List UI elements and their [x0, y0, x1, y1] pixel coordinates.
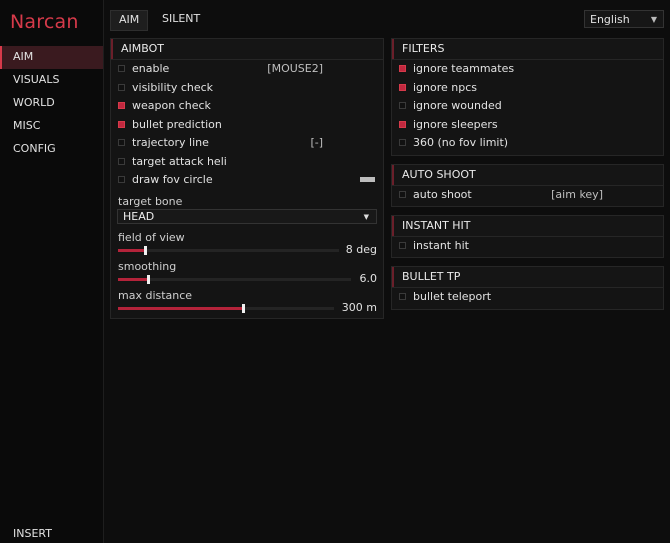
aimbot-panel-title: AIMBOT [111, 39, 383, 60]
tab-aim[interactable]: AIM [110, 10, 149, 31]
sidebar-nav: AIM VISUALS WORLD MISC CONFIG [0, 46, 103, 161]
ignore-teammates-label: ignore teammates [413, 62, 515, 75]
auto-shoot-label: auto shoot [413, 188, 472, 201]
bullet-tp-panel: BULLET TP bullet teleport [391, 266, 664, 310]
bullet-tp-panel-title: BULLET TP [392, 267, 663, 288]
language-value: English [590, 13, 630, 26]
ignore-sleepers-label: ignore sleepers [413, 118, 498, 131]
bullet-prediction-label: bullet prediction [132, 118, 222, 131]
auto-shoot-keybind[interactable]: [aim key] [551, 186, 603, 204]
menu-toggle-key: INSERT [13, 527, 52, 540]
max-distance-slider-label: max distance [118, 289, 193, 302]
aim-keybind[interactable]: [MOUSE2] [267, 60, 323, 78]
sidebar: Narcan AIM VISUALS WORLD MISC CONFIG INS… [0, 0, 104, 543]
option-ignore-npcs[interactable]: ignore npcs [392, 79, 663, 97]
tab-silent[interactable]: SILENT [154, 10, 208, 29]
option-ignore-teammates[interactable]: ignore teammates [392, 60, 663, 78]
trajectory-line-label: trajectory line [132, 136, 209, 149]
ignore-sleepers-checkbox[interactable] [399, 121, 406, 128]
sidebar-item-config[interactable]: CONFIG [0, 138, 103, 161]
trajectory-line-checkbox[interactable] [118, 139, 125, 146]
option-bullet-prediction[interactable]: bullet prediction [111, 116, 383, 134]
auto-shoot-checkbox[interactable] [399, 191, 406, 198]
fov-slider-fill [118, 249, 145, 252]
language-select[interactable]: English ▼ [584, 10, 664, 28]
smoothing-value: 6.0 [359, 272, 378, 285]
instant-hit-panel: INSTANT HIT instant hit [391, 215, 664, 258]
instant-hit-label: instant hit [413, 239, 469, 252]
sidebar-item-aim[interactable]: AIM [0, 46, 103, 69]
visibility-check-label: visibility check [132, 81, 214, 94]
bullet-teleport-checkbox[interactable] [399, 293, 406, 300]
draw-fov-circle-checkbox[interactable] [118, 176, 125, 183]
smoothing-slider[interactable] [118, 275, 351, 284]
weapon-check-label: weapon check [132, 99, 211, 112]
target-attack-heli-checkbox[interactable] [118, 158, 125, 165]
smoothing-slider-label: smoothing [118, 260, 177, 273]
target-bone-label: target bone [118, 195, 183, 208]
option-trajectory-line[interactable]: trajectory line [-] [111, 134, 383, 152]
target-attack-heli-label: target attack heli [132, 155, 227, 168]
option-auto-shoot[interactable]: auto shoot [aim key] [392, 186, 663, 204]
chevron-down-icon: ▼ [363, 213, 369, 221]
bullet-prediction-checkbox[interactable] [118, 121, 125, 128]
option-ignore-sleepers[interactable]: ignore sleepers [392, 116, 663, 134]
sidebar-item-misc[interactable]: MISC [0, 115, 103, 138]
fov-slider[interactable] [118, 246, 339, 255]
max-distance-slider-fill [118, 307, 243, 310]
max-distance-value: 300 m [341, 301, 377, 314]
option-visibility-check[interactable]: visibility check [111, 79, 383, 97]
option-draw-fov-circle[interactable]: draw fov circle [111, 171, 383, 189]
instant-hit-checkbox[interactable] [399, 242, 406, 249]
fov-color-swatch[interactable] [360, 177, 375, 182]
fov-slider-label: field of view [118, 231, 185, 244]
visibility-check-checkbox[interactable] [118, 84, 125, 91]
ignore-wounded-checkbox[interactable] [399, 102, 406, 109]
option-enable[interactable]: enable [MOUSE2] [111, 60, 383, 78]
aimbot-panel: AIMBOT enable [MOUSE2] visibility check … [110, 38, 384, 319]
option-bullet-teleport[interactable]: bullet teleport [392, 288, 663, 306]
enable-checkbox[interactable] [118, 65, 125, 72]
top-bar: AIM SILENT English ▼ [104, 0, 670, 36]
draw-fov-circle-label: draw fov circle [132, 173, 213, 186]
sidebar-item-visuals[interactable]: VISUALS [0, 69, 103, 92]
app-title: Narcan [10, 11, 79, 33]
ignore-teammates-checkbox[interactable] [399, 65, 406, 72]
ignore-npcs-checkbox[interactable] [399, 84, 406, 91]
option-weapon-check[interactable]: weapon check [111, 97, 383, 115]
fov-value: 8 deg [345, 243, 377, 256]
instant-hit-panel-title: INSTANT HIT [392, 216, 663, 237]
target-bone-select[interactable]: HEAD ▼ [117, 209, 377, 224]
filters-panel: FILTERS ignore teammates ignore npcs ign… [391, 38, 664, 156]
sidebar-item-world[interactable]: WORLD [0, 92, 103, 115]
smoothing-slider-thumb[interactable] [147, 275, 150, 284]
ignore-npcs-label: ignore npcs [413, 81, 478, 94]
enable-label: enable [132, 62, 170, 75]
target-bone-value: HEAD [123, 210, 155, 223]
option-instant-hit[interactable]: instant hit [392, 237, 663, 255]
trajectory-keybind[interactable]: [-] [310, 134, 323, 152]
auto-shoot-panel: AUTO SHOOT auto shoot [aim key] [391, 164, 664, 207]
chevron-down-icon: ▼ [650, 15, 657, 24]
no-fov-limit-checkbox[interactable] [399, 139, 406, 146]
ignore-wounded-label: ignore wounded [413, 99, 502, 112]
smoothing-slider-fill [118, 278, 148, 281]
fov-slider-thumb[interactable] [144, 246, 147, 255]
weapon-check-checkbox[interactable] [118, 102, 125, 109]
filters-panel-title: FILTERS [392, 39, 663, 60]
option-360-no-fov-limit[interactable]: 360 (no fov limit) [392, 134, 663, 152]
bullet-teleport-label: bullet teleport [413, 290, 492, 303]
max-distance-slider[interactable] [118, 304, 334, 313]
max-distance-slider-thumb[interactable] [242, 304, 245, 313]
option-target-attack-heli[interactable]: target attack heli [111, 153, 383, 171]
no-fov-limit-label: 360 (no fov limit) [413, 136, 509, 149]
auto-shoot-panel-title: AUTO SHOOT [392, 165, 663, 186]
option-ignore-wounded[interactable]: ignore wounded [392, 97, 663, 115]
